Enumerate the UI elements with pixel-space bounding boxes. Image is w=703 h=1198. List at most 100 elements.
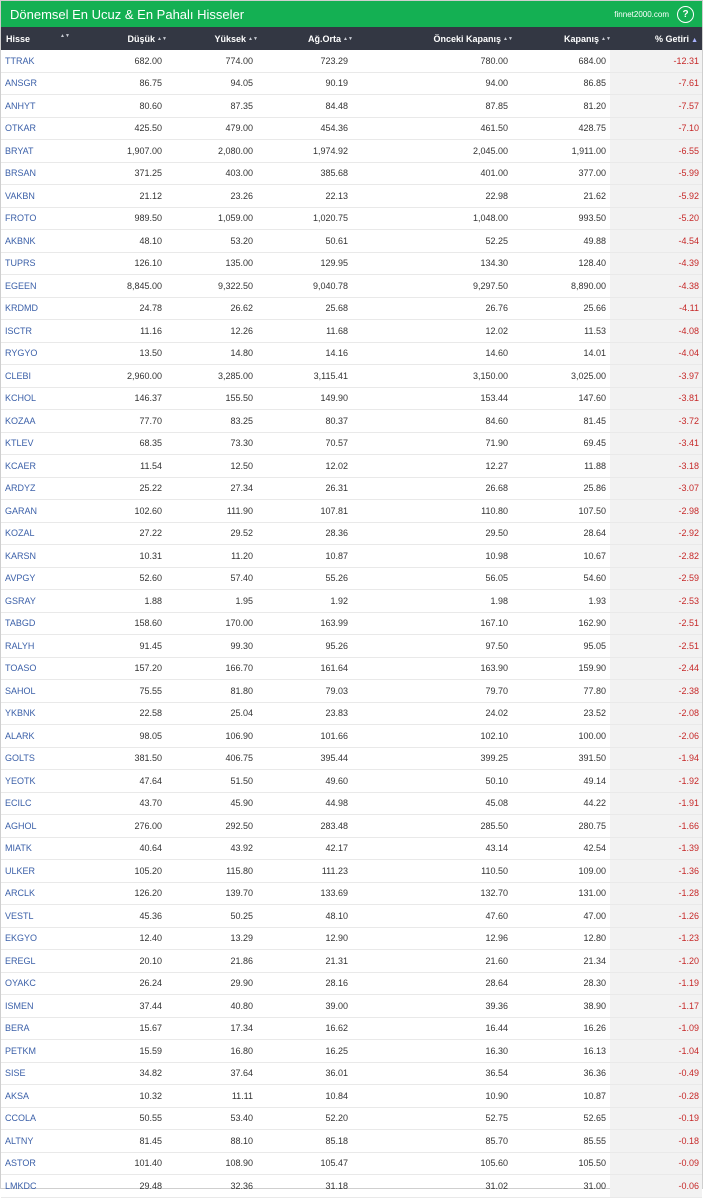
table-row[interactable]: ECILC 43.70 45.90 44.98 45.08 44.22 -1.91 <box>1 792 702 815</box>
cell-hisse[interactable]: GOLTS <box>1 747 83 770</box>
table-row[interactable]: RALYH 91.45 99.30 95.26 97.50 95.05 -2.51 <box>1 634 702 658</box>
table-row[interactable]: MIATK 40.64 43.92 42.17 43.14 42.54 -1.39 <box>1 837 702 860</box>
table-row[interactable]: TOASO 157.20 166.70 161.64 163.90 159.90 -2.44 <box>1 657 702 680</box>
cell-hisse[interactable]: KTLEV <box>1 432 83 455</box>
table-row[interactable]: ULKER 105.20 115.80 111.23 110.50 109.00 -1.36 <box>1 859 702 883</box>
cell-hisse[interactable]: KRDMD <box>1 297 83 320</box>
table-row[interactable]: EGEEN 8,845.00 9,322.50 9,040.78 9,297.50 8,8… <box>1 274 702 298</box>
cell-hisse[interactable]: AVPGY <box>1 567 83 590</box>
cell-hisse[interactable]: ULKER <box>1 859 83 883</box>
cell-hisse[interactable]: OTKAR <box>1 117 83 140</box>
cell-hisse[interactable]: TUPRS <box>1 252 83 275</box>
cell-hisse[interactable]: ISMEN <box>1 994 83 1018</box>
cell-hisse[interactable]: VESTL <box>1 904 83 928</box>
cell-hisse[interactable]: KOZAA <box>1 409 83 433</box>
table-row[interactable]: LMKDC 29.48 32.36 31.18 31.02 31.00 -0.06 <box>1 1174 702 1198</box>
column-header-ag-orta[interactable]: Ağ.Orta ▲▼ <box>257 27 353 50</box>
table-row[interactable]: ANSGR 86.75 94.05 90.19 94.00 86.85 -7.61 <box>1 72 702 95</box>
cell-hisse[interactable]: AGHOL <box>1 814 83 838</box>
cell-hisse[interactable]: AKBNK <box>1 229 83 253</box>
cell-hisse[interactable]: ALTNY <box>1 1129 83 1153</box>
cell-hisse[interactable]: SAHOL <box>1 679 83 703</box>
table-row[interactable]: ASTOR 101.40 108.90 105.47 105.60 105.50 -0.09 <box>1 1152 702 1175</box>
table-row[interactable]: TABGD 158.60 170.00 163.99 167.10 162.90 -2.51 <box>1 612 702 635</box>
table-row[interactable]: SISE 34.82 37.64 36.01 36.54 36.36 -0.49 <box>1 1062 702 1085</box>
cell-hisse[interactable]: BRSAN <box>1 162 83 185</box>
cell-hisse[interactable]: ALARK <box>1 724 83 748</box>
table-row[interactable]: AKBNK 48.10 53.20 50.61 52.25 49.88 -4.54 <box>1 229 702 253</box>
table-row[interactable]: EREGL 20.10 21.86 21.31 21.60 21.34 -1.20 <box>1 949 702 973</box>
column-header-hisse[interactable]: Hisse ▲▼ <box>1 27 83 50</box>
cell-hisse[interactable]: ARDYZ <box>1 477 83 500</box>
cell-hisse[interactable]: ECILC <box>1 792 83 815</box>
cell-hisse[interactable]: TOASO <box>1 657 83 680</box>
cell-hisse[interactable]: VAKBN <box>1 184 83 208</box>
table-row[interactable]: TTRAK 682.00 774.00 723.29 780.00 684.00 -12.3… <box>1 50 702 73</box>
table-row[interactable]: ARCLK 126.20 139.70 133.69 132.70 131.00 -1.28 <box>1 882 702 905</box>
table-row[interactable]: AKSA 10.32 11.11 10.84 10.90 10.87 -0.28 <box>1 1084 702 1108</box>
table-row[interactable]: PETKM 15.59 16.80 16.25 16.30 16.13 -1.04 <box>1 1039 702 1063</box>
table-row[interactable]: KCAER 11.54 12.50 12.02 12.27 11.88 -3.18 <box>1 454 702 478</box>
column-header-kapanis[interactable]: Kapanış ▲▼ <box>512 27 611 50</box>
table-row[interactable]: GARAN 102.60 111.90 107.81 110.80 107.50 -2.98 <box>1 499 702 523</box>
cell-hisse[interactable]: BRYAT <box>1 139 83 163</box>
cell-hisse[interactable]: PETKM <box>1 1039 83 1063</box>
cell-hisse[interactable]: KOZAL <box>1 522 83 545</box>
table-row[interactable]: ALTNY 81.45 88.10 85.18 85.70 85.55 -0.18 <box>1 1129 702 1153</box>
table-row[interactable]: CCOLA 50.55 53.40 52.20 52.75 52.65 -0.19 <box>1 1107 702 1130</box>
table-row[interactable]: KOZAA 77.70 83.25 80.37 84.60 81.45 -3.72 <box>1 409 702 433</box>
cell-hisse[interactable]: KCAER <box>1 454 83 478</box>
cell-hisse[interactable]: OYAKC <box>1 972 83 995</box>
cell-hisse[interactable]: EKGYO <box>1 927 83 950</box>
cell-hisse[interactable]: SISE <box>1 1062 83 1085</box>
cell-hisse[interactable]: YEOTK <box>1 769 83 793</box>
cell-hisse[interactable]: TTRAK <box>1 50 83 73</box>
cell-hisse[interactable]: RYGYO <box>1 342 83 365</box>
cell-hisse[interactable]: EREGL <box>1 949 83 973</box>
table-row[interactable]: TUPRS 126.10 135.00 129.95 134.30 128.40 -4.39 <box>1 252 702 275</box>
cell-hisse[interactable]: CLEBI <box>1 364 83 388</box>
column-header-getiri[interactable]: % Getiri ▲ <box>610 27 702 50</box>
table-row[interactable]: ANHYT 80.60 87.35 84.48 87.85 81.20 -7.57 <box>1 94 702 118</box>
cell-hisse[interactable]: ASTOR <box>1 1152 83 1175</box>
table-row[interactable]: ALARK 98.05 106.90 101.66 102.10 100.00 -2.06 <box>1 724 702 748</box>
cell-hisse[interactable]: AKSA <box>1 1084 83 1108</box>
table-row[interactable]: ISCTR 11.16 12.26 11.68 12.02 11.53 -4.08 <box>1 319 702 343</box>
table-row[interactable]: KARSN 10.31 11.20 10.87 10.98 10.67 -2.82 <box>1 544 702 568</box>
cell-hisse[interactable]: RALYH <box>1 634 83 658</box>
cell-hisse[interactable]: TABGD <box>1 612 83 635</box>
table-row[interactable]: KTLEV 68.35 73.30 70.57 71.90 69.45 -3.41 <box>1 432 702 455</box>
table-row[interactable]: KCHOL 146.37 155.50 149.90 153.44 147.60 -3.81 <box>1 387 702 410</box>
table-row[interactable]: OYAKC 26.24 29.90 28.16 28.64 28.30 -1.19 <box>1 972 702 995</box>
cell-hisse[interactable]: FROTO <box>1 207 83 230</box>
cell-hisse[interactable]: CCOLA <box>1 1107 83 1130</box>
help-icon[interactable]: ? <box>677 5 694 23</box>
cell-hisse[interactable]: LMKDC <box>1 1174 83 1198</box>
table-row[interactable]: CLEBI 2,960.00 3,285.00 3,115.41 3,150.00 3,0… <box>1 364 702 388</box>
cell-hisse[interactable]: ARCLK <box>1 882 83 905</box>
table-row[interactable]: AVPGY 52.60 57.40 55.26 56.05 54.60 -2.59 <box>1 567 702 590</box>
table-row[interactable]: RYGYO 13.50 14.80 14.16 14.60 14.01 -4.04 <box>1 342 702 365</box>
cell-hisse[interactable]: KARSN <box>1 544 83 568</box>
cell-hisse[interactable]: ISCTR <box>1 319 83 343</box>
table-row[interactable]: VESTL 45.36 50.25 48.10 47.60 47.00 -1.26 <box>1 904 702 928</box>
cell-hisse[interactable]: MIATK <box>1 837 83 860</box>
cell-hisse[interactable]: EGEEN <box>1 274 83 298</box>
table-row[interactable]: GOLTS 381.50 406.75 395.44 399.25 391.50 -1.94 <box>1 747 702 770</box>
table-row[interactable]: KRDMD 24.78 26.62 25.68 26.76 25.66 -4.11 <box>1 297 702 320</box>
table-row[interactable]: EKGYO 12.40 13.29 12.90 12.96 12.80 -1.23 <box>1 927 702 950</box>
cell-hisse[interactable]: ANHYT <box>1 94 83 118</box>
table-row[interactable]: BRYAT 1,907.00 2,080.00 1,974.92 2,045.00 1,9… <box>1 139 702 163</box>
table-row[interactable]: YKBNK 22.58 25.04 23.83 24.02 23.52 -2.08 <box>1 702 702 725</box>
table-row[interactable]: ISMEN 37.44 40.80 39.00 39.36 38.90 -1.17 <box>1 994 702 1018</box>
cell-hisse[interactable]: KCHOL <box>1 387 83 410</box>
table-row[interactable]: KOZAL 27.22 29.52 28.36 29.50 28.64 -2.92 <box>1 522 702 545</box>
table-row[interactable]: GSRAY 1.88 1.95 1.92 1.98 1.93 -2.53 <box>1 589 702 613</box>
cell-hisse[interactable]: ANSGR <box>1 72 83 95</box>
column-header-dusuk[interactable]: Düşük ▲▼ <box>83 27 167 50</box>
table-row[interactable]: ARDYZ 25.22 27.34 26.31 26.68 25.86 -3.07 <box>1 477 702 500</box>
column-header-onceki-kapanis[interactable]: Önceki Kapanış ▲▼ <box>352 27 513 50</box>
cell-hisse[interactable]: GARAN <box>1 499 83 523</box>
cell-hisse[interactable]: BERA <box>1 1017 83 1040</box>
table-row[interactable]: VAKBN 21.12 23.26 22.13 22.98 21.62 -5.92 <box>1 184 702 208</box>
